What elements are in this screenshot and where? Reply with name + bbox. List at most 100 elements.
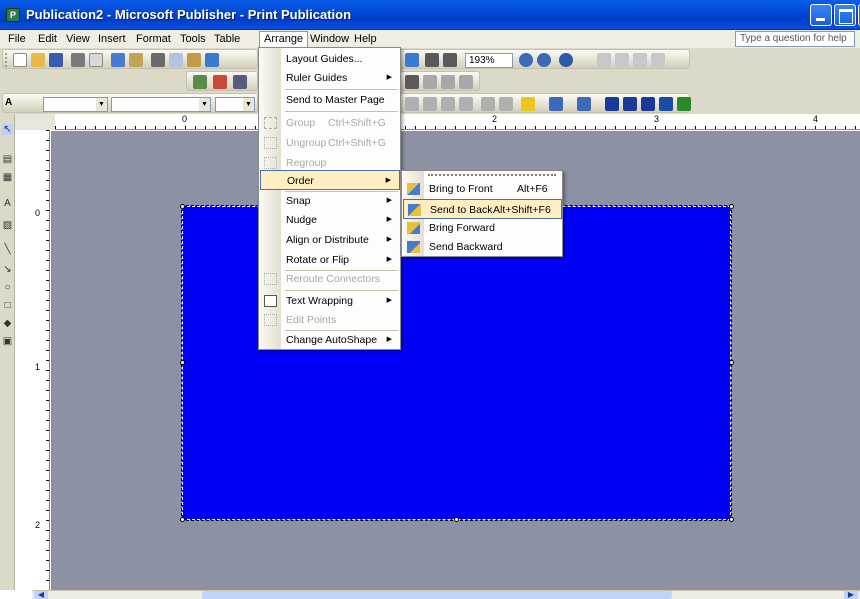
design-gallery-icon[interactable]: ▣ <box>2 336 13 347</box>
shadow-icon[interactable] <box>405 75 419 89</box>
menu-format[interactable]: Format <box>132 32 175 47</box>
menu-insert[interactable]: Insert <box>94 32 130 47</box>
horizontal-scrollbar[interactable]: ◀ ▶ <box>32 590 860 599</box>
line-style-icon[interactable] <box>441 75 455 89</box>
vertical-ruler[interactable]: 0 1 2 <box>32 130 50 590</box>
format-painter-icon[interactable] <box>205 53 219 67</box>
menu-item-reroute-connectors[interactable]: Reroute Connectors <box>260 269 400 289</box>
menu-table[interactable]: Table <box>210 32 244 47</box>
line-style-icon[interactable] <box>605 97 619 111</box>
line-icon[interactable]: ╲ <box>2 244 13 255</box>
rectangle-icon[interactable]: □ <box>2 300 13 311</box>
picture-frame-icon[interactable]: ▨ <box>2 220 13 231</box>
submenu-drag-handle[interactable] <box>428 174 556 178</box>
menu-item-bring-to-front[interactable]: Bring to Front Alt+F6 <box>403 179 562 199</box>
menu-item-group[interactable]: Group Ctrl+Shift+G <box>260 113 400 133</box>
menu-item-align-or-distribute[interactable]: Align or Distribute ▶ <box>260 230 400 250</box>
menu-item-send-backward[interactable]: Send Backward <box>403 237 562 257</box>
increase-font-icon[interactable] <box>481 97 495 111</box>
3d-icon[interactable] <box>423 75 437 89</box>
print-icon[interactable] <box>71 53 85 67</box>
insert-picture-icon[interactable] <box>193 75 207 89</box>
3d-style-icon[interactable] <box>677 97 691 111</box>
line-color-icon[interactable] <box>549 97 563 111</box>
menu-item-ungroup[interactable]: Ungroup Ctrl+Shift+G <box>260 133 400 153</box>
maximize-button[interactable] <box>834 4 856 26</box>
dash-style-icon[interactable] <box>623 97 637 111</box>
menu-item-send-to-back[interactable]: Send to Back Alt+Shift+F6 <box>403 199 562 219</box>
dash-style-icon[interactable] <box>459 75 473 89</box>
menu-edit[interactable]: Edit <box>34 32 61 47</box>
increase-indent-icon[interactable] <box>459 97 473 111</box>
save-icon[interactable] <box>49 53 63 67</box>
help-icon[interactable] <box>559 53 573 67</box>
menu-window[interactable]: Window <box>306 32 353 47</box>
arrow-icon[interactable]: ↘ <box>2 264 13 275</box>
color-icon[interactable] <box>213 75 227 89</box>
resize-handle-top-left[interactable] <box>180 204 185 209</box>
menu-help[interactable]: Help <box>350 32 381 47</box>
menu-tools[interactable]: Tools <box>176 32 210 47</box>
select-objects-icon[interactable]: ↖ <box>2 124 13 135</box>
arrow-style-icon[interactable] <box>641 97 655 111</box>
resize-handle-top-right[interactable] <box>729 204 734 209</box>
chevron-down-icon[interactable]: ▼ <box>243 98 254 111</box>
copy-icon[interactable] <box>169 53 183 67</box>
menu-item-layout-guides[interactable]: Layout Guides... <box>260 49 400 69</box>
research-icon[interactable] <box>129 53 143 67</box>
fill-color-icon[interactable] <box>521 97 535 111</box>
menu-item-ruler-guides[interactable]: Ruler Guides ▶ <box>260 68 400 88</box>
autoshapes-icon[interactable]: ◆ <box>2 318 13 329</box>
scrollbar-thumb[interactable] <box>202 591 672 599</box>
chevron-down-icon[interactable]: ▼ <box>96 98 107 111</box>
decrease-indent-icon[interactable] <box>441 97 455 111</box>
crop-icon[interactable] <box>233 75 247 89</box>
menu-item-bring-forward[interactable]: Bring Forward <box>403 218 562 238</box>
styles-icon[interactable]: A <box>5 97 12 111</box>
font-size-combo[interactable]: ▼ <box>215 97 255 112</box>
horizontal-ruler[interactable]: 0 1 2 3 4 <box>55 114 860 130</box>
menu-item-order[interactable]: Order ▶ <box>260 170 400 190</box>
help-search-input[interactable]: Type a question for help <box>735 31 855 47</box>
shadow-style-icon[interactable] <box>659 97 673 111</box>
print-preview-icon[interactable] <box>89 53 103 67</box>
menu-item-text-wrapping[interactable]: Text Wrapping ▶ <box>260 291 400 311</box>
style-combo[interactable]: ▼ <box>43 97 108 112</box>
resize-handle-middle-right[interactable] <box>729 360 734 365</box>
menu-item-change-autoshape[interactable]: Change AutoShape ▶ <box>260 330 400 350</box>
insert-table-icon[interactable] <box>405 53 419 67</box>
resize-handle-middle-left[interactable] <box>180 360 185 365</box>
zoom-out-icon[interactable] <box>519 53 533 67</box>
menu-item-snap[interactable]: Snap ▶ <box>260 191 400 211</box>
spelling-icon[interactable] <box>111 53 125 67</box>
menu-item-rotate-or-flip[interactable]: Rotate or Flip ▶ <box>260 250 400 270</box>
bullets-icon[interactable] <box>423 97 437 111</box>
insert-table-icon[interactable]: ▦ <box>2 172 13 183</box>
scroll-left-icon[interactable]: ◀ <box>34 591 48 599</box>
zoom-in-icon[interactable] <box>537 53 551 67</box>
columns-icon[interactable] <box>425 53 439 67</box>
toolbar-grip[interactable] <box>5 53 8 67</box>
minimize-button[interactable] <box>810 4 832 26</box>
special-characters-icon[interactable] <box>443 53 457 67</box>
menu-item-edit-points[interactable]: Edit Points <box>260 310 400 330</box>
menu-view[interactable]: View <box>62 32 94 47</box>
open-icon[interactable] <box>31 53 45 67</box>
font-combo[interactable]: ▼ <box>111 97 211 112</box>
chevron-down-icon[interactable]: ▼ <box>199 98 210 111</box>
cut-icon[interactable] <box>151 53 165 67</box>
decrease-font-icon[interactable] <box>499 97 513 111</box>
publisher-app-icon[interactable]: P <box>6 8 20 22</box>
scroll-right-icon[interactable]: ▶ <box>844 591 858 599</box>
menu-item-nudge[interactable]: Nudge ▶ <box>260 210 400 230</box>
font-color-icon[interactable] <box>577 97 591 111</box>
resize-handle-bottom-middle[interactable] <box>454 517 459 522</box>
menu-arrange[interactable]: Arrange <box>259 31 309 48</box>
paste-icon[interactable] <box>187 53 201 67</box>
resize-handle-bottom-right[interactable] <box>729 517 734 522</box>
wordart-icon[interactable]: A <box>2 198 13 209</box>
resize-handle-bottom-left[interactable] <box>180 517 185 522</box>
text-box-icon[interactable]: ▤ <box>2 154 13 165</box>
menu-file[interactable]: File <box>4 32 30 47</box>
numbering-icon[interactable] <box>405 97 419 111</box>
